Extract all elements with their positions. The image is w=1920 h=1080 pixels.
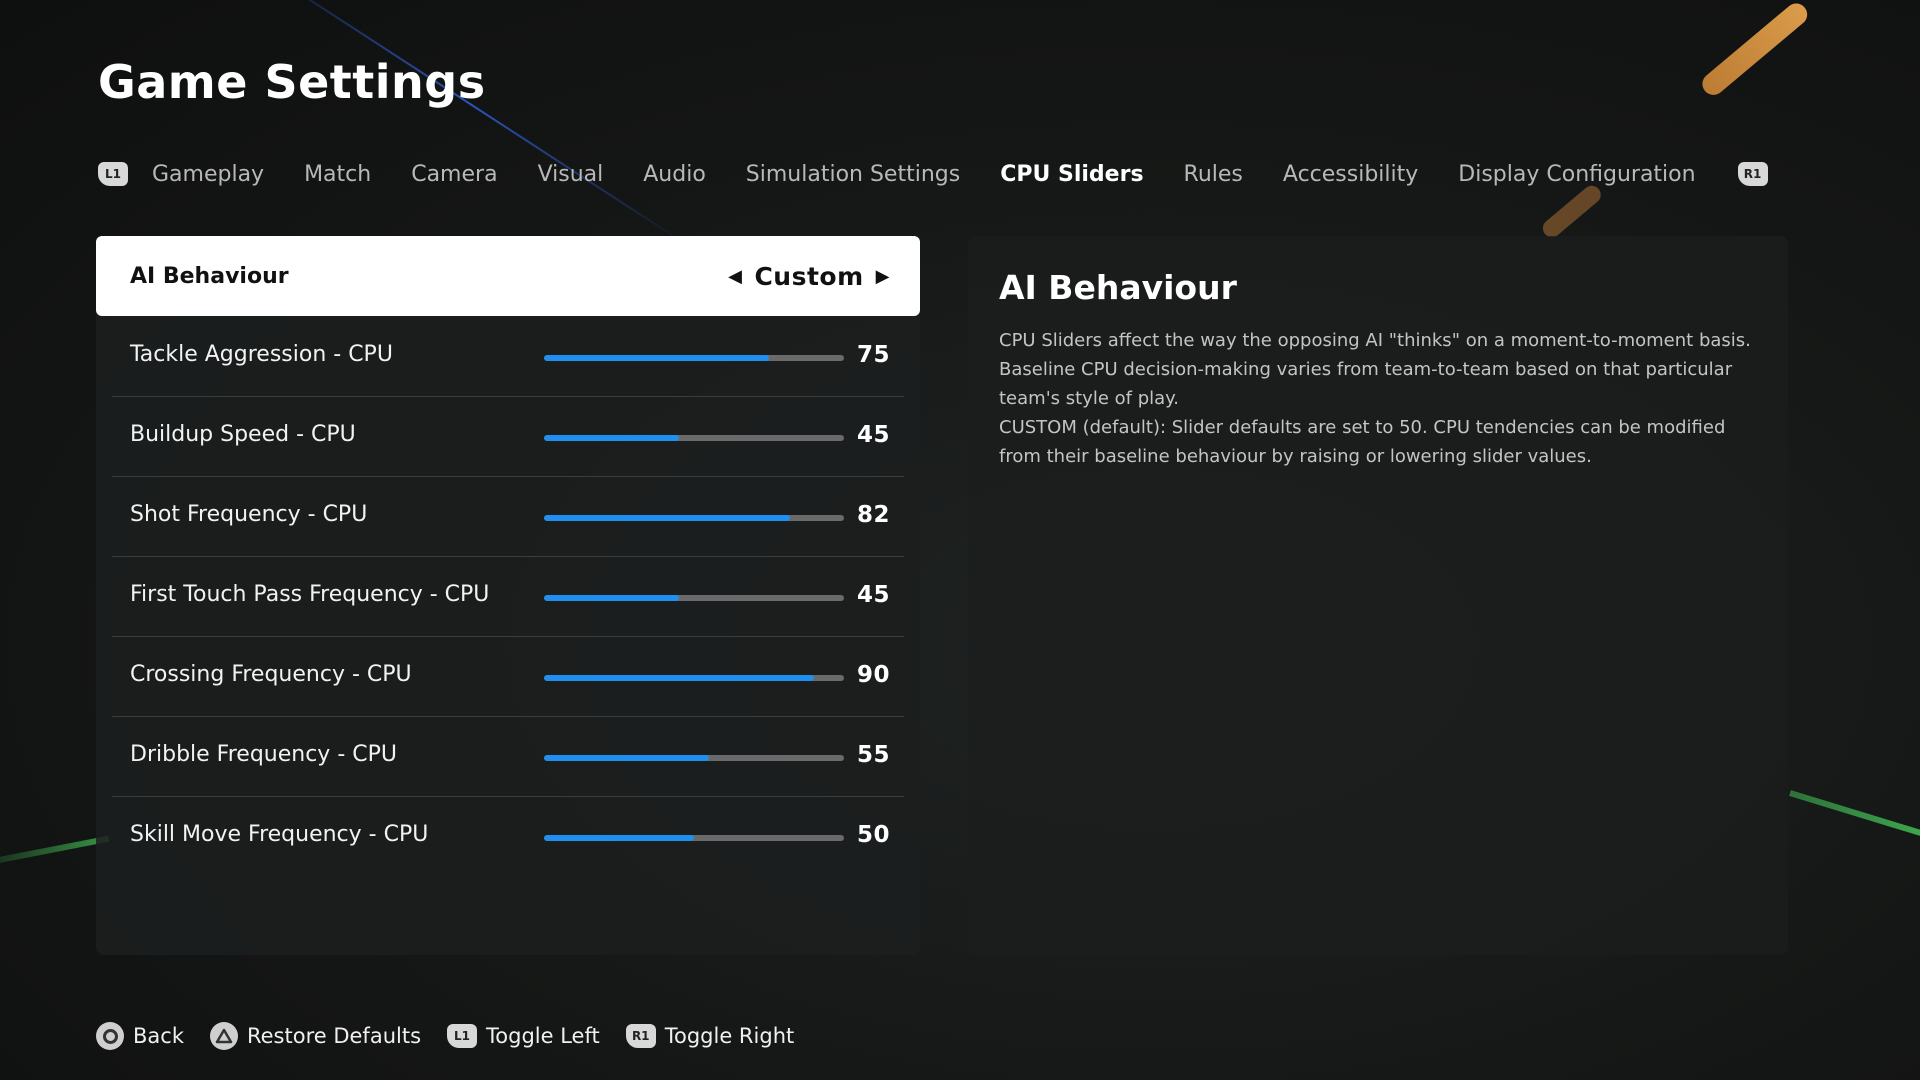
slider-label: Skill Move Frequency - CPU [130,822,429,847]
description-panel: AI Behaviour CPU Sliders affect the way … [968,236,1788,955]
slider-value: 75 [856,342,890,368]
slider-row-crossing-frequency[interactable]: Crossing Frequency - CPU 90 [112,636,904,717]
triangle-button-icon [209,1022,238,1050]
r1-button-icon: R1 [625,1024,656,1048]
ai-behaviour-label: AI Behaviour [130,263,289,289]
tab-audio[interactable]: Audio [623,162,726,187]
slider-track[interactable] [544,595,844,601]
slider-row-tackle-aggression[interactable]: Tackle Aggression - CPU 75 [112,316,904,397]
page-title: Game Settings [98,55,486,109]
tab-rules[interactable]: Rules [1164,162,1263,187]
tab-visual[interactable]: Visual [518,162,624,187]
settings-list-panel: AI Behaviour ◀ Custom ▶ Tackle Aggressio… [96,236,920,955]
arrow-left-icon[interactable]: ◀ [728,266,742,287]
slider-track[interactable] [544,435,844,441]
restore-defaults-label: Restore Defaults [246,1024,422,1048]
slider-fill [544,435,679,441]
pitch-line-left [0,835,110,871]
slider-label: First Touch Pass Frequency - CPU [130,582,490,607]
tab-camera[interactable]: Camera [391,162,517,187]
slider-label: Buildup Speed - CPU [130,422,356,447]
slider-label: Crossing Frequency - CPU [130,662,412,687]
description-paragraph: CPU Sliders affect the way the opposing … [999,330,1751,409]
ai-behaviour-selector[interactable]: AI Behaviour ◀ Custom ▶ [96,236,920,316]
slider-track[interactable] [544,675,844,681]
tab-bar: L1 Gameplay Match Camera Visual Audio Si… [98,155,1768,193]
circle-button-icon [96,1022,124,1050]
slider-fill [544,595,679,601]
toggle-left-hint[interactable]: L1 Toggle Left [447,1024,600,1048]
tab-display-configuration[interactable]: Display Configuration [1438,162,1715,187]
restore-defaults-hint[interactable]: Restore Defaults [209,1022,422,1050]
button-hints-bar: Back Restore Defaults L1 Toggle Left R1 … [96,1022,794,1050]
toggle-right-label: Toggle Right [664,1024,795,1048]
l1-button-icon[interactable]: L1 [98,162,128,186]
arrow-right-icon[interactable]: ▶ [876,266,890,287]
slider-track[interactable] [544,355,844,361]
light-streak-blue [249,0,687,246]
toggle-right-hint[interactable]: R1 Toggle Right [625,1024,795,1048]
slider-track[interactable] [544,755,844,761]
slider-fill [544,755,709,761]
slider-row-shot-frequency[interactable]: Shot Frequency - CPU 82 [112,476,904,557]
slider-fill [544,675,814,681]
back-label: Back [133,1024,184,1048]
tab-simulation-settings[interactable]: Simulation Settings [726,162,980,187]
slider-value: 82 [856,502,890,528]
ai-behaviour-value-control[interactable]: ◀ Custom ▶ [728,262,890,291]
description-text: CPU Sliders affect the way the opposing … [999,326,1769,471]
light-streak-orange [1697,0,1812,100]
slider-row-buildup-speed[interactable]: Buildup Speed - CPU 45 [112,396,904,477]
slider-label: Tackle Aggression - CPU [130,342,393,367]
description-paragraph: CUSTOM (default): Slider defaults are se… [999,417,1726,467]
slider-row-first-touch-pass-frequency[interactable]: First Touch Pass Frequency - CPU 45 [112,556,904,637]
slider-value: 45 [856,422,890,448]
tab-cpu-sliders[interactable]: CPU Sliders [980,162,1163,187]
tab-gameplay[interactable]: Gameplay [132,162,284,187]
l1-button-icon: L1 [447,1024,478,1048]
ai-behaviour-value: Custom [754,261,864,291]
slider-value: 50 [856,822,890,848]
slider-fill [544,355,769,361]
slider-value: 90 [856,662,890,688]
slider-fill [544,515,790,521]
slider-track[interactable] [544,515,844,521]
back-hint[interactable]: Back [96,1022,184,1050]
tab-match[interactable]: Match [284,162,391,187]
tab-accessibility[interactable]: Accessibility [1263,162,1438,187]
pitch-line-right [1789,790,1920,849]
r1-button-icon[interactable]: R1 [1737,162,1768,186]
toggle-left-label: Toggle Left [486,1024,600,1048]
slider-value: 55 [856,742,890,768]
slider-track[interactable] [544,835,844,841]
slider-label: Shot Frequency - CPU [130,502,368,527]
description-heading: AI Behaviour [999,268,1237,307]
slider-label: Dribble Frequency - CPU [130,742,397,767]
slider-fill [544,835,694,841]
slider-value: 45 [856,582,890,608]
slider-row-dribble-frequency[interactable]: Dribble Frequency - CPU 55 [112,716,904,797]
slider-row-skill-move-frequency[interactable]: Skill Move Frequency - CPU 50 [112,796,904,876]
